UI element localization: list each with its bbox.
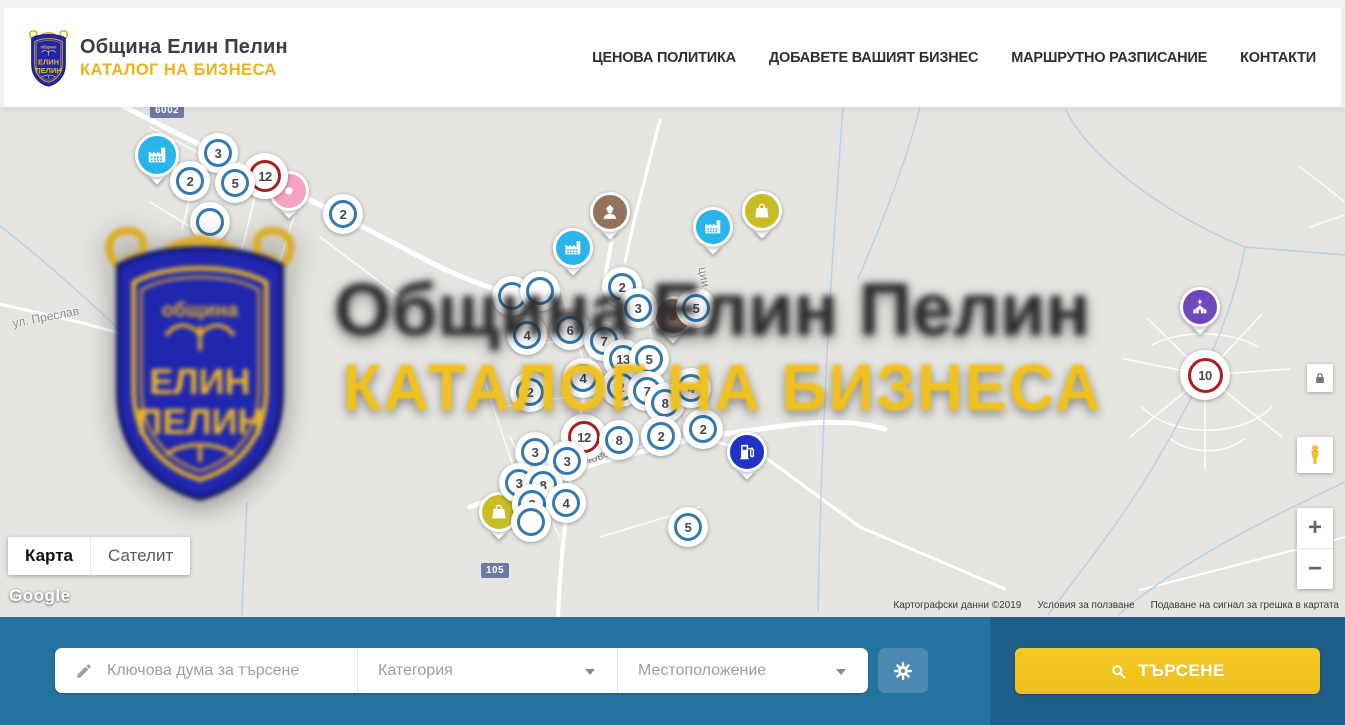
road-badge: 6002 — [150, 107, 184, 118]
cluster-marker[interactable] — [190, 202, 230, 242]
cluster-marker-2[interactable]: 2 — [683, 409, 723, 449]
zoom-control: + − — [1297, 508, 1333, 589]
cluster-marker-5[interactable]: 5 — [215, 163, 255, 203]
lock-icon — [1313, 371, 1327, 385]
cluster-marker-2[interactable]: 2 — [323, 194, 363, 234]
site-logo-link[interactable]: община ЕЛИНПЕЛИН Община Елин Пелин КАТАЛО… — [25, 28, 288, 88]
svg-text:община: община — [41, 44, 58, 49]
nav-item[interactable]: ДОБАВЕТЕ ВАШИЯТ БИЗНЕС — [769, 50, 978, 66]
keyword-search-input[interactable] — [107, 662, 357, 680]
zoom-out-button[interactable]: − — [1297, 549, 1333, 589]
page-top-strip — [0, 0, 1345, 8]
cluster-marker-8[interactable]: 8 — [599, 420, 639, 460]
pegman-icon — [1304, 444, 1326, 466]
advanced-search-settings-button[interactable] — [878, 648, 928, 693]
map-type-control: Карта Сателит — [8, 537, 190, 575]
nav-item[interactable]: МАРШРУТНО РАЗПИСАНИЕ — [1011, 50, 1207, 66]
cluster-marker-2[interactable]: 2 — [170, 161, 210, 201]
svg-text:ПЕЛИН: ПЕЛИН — [35, 65, 61, 74]
cluster-marker-5[interactable]: 5 — [676, 288, 716, 328]
cluster-marker-4[interactable]: 4 — [563, 358, 603, 398]
nav-item[interactable]: ЦЕНОВА ПОЛИТИКА — [592, 50, 736, 66]
category-pin-factory[interactable] — [693, 207, 733, 247]
category-pin-factory[interactable] — [553, 228, 593, 268]
cluster-marker-4[interactable]: 4 — [671, 368, 711, 408]
search-bar: Категория Местоположение — [0, 617, 1345, 725]
location-dropdown-value: Местоположение — [638, 662, 766, 680]
cluster-marker-3[interactable]: 3 — [618, 288, 658, 328]
lock-control-button[interactable] — [1307, 364, 1333, 392]
cluster-marker-2[interactable]: 2 — [510, 372, 550, 412]
municipality-crest-icon: община ЕЛИНПЕЛИН — [25, 28, 72, 88]
cluster-marker[interactable] — [520, 271, 560, 311]
terms-of-use-link[interactable]: Условия за ползване — [1037, 600, 1134, 611]
category-dropdown[interactable]: Категория — [358, 648, 618, 693]
pegman-streetview-button[interactable] — [1297, 437, 1333, 473]
category-pin-church[interactable] — [1180, 287, 1220, 327]
search-button[interactable]: ТЪРСЕНЕ — [1015, 648, 1320, 694]
chevron-down-icon — [836, 669, 846, 675]
main-nav: ЦЕНОВА ПОЛИТИКА ДОБАВЕТЕ ВАШИЯТ БИЗНЕС МАР… — [592, 50, 1316, 66]
map-canvas[interactable]: ул. Преславбул. „Новоселции 6002105 3212… — [0, 107, 1345, 617]
map-type-satellite-button[interactable]: Сателит — [90, 537, 190, 575]
cluster-marker-10[interactable]: 10 — [1180, 350, 1230, 400]
chevron-down-icon — [585, 669, 595, 675]
map-attribution: Картографски данни ©2019 Условия за полз… — [893, 600, 1339, 611]
cluster-marker[interactable] — [511, 502, 551, 542]
location-dropdown[interactable]: Местоположение — [618, 648, 868, 693]
category-pin-fuel[interactable] — [727, 432, 767, 472]
road-badge: 105 — [481, 563, 509, 578]
search-icon — [1110, 663, 1127, 680]
cluster-marker-4[interactable]: 4 — [507, 315, 547, 355]
zoom-in-button[interactable]: + — [1297, 508, 1333, 549]
nav-item[interactable]: КОНТАКТИ — [1240, 50, 1316, 66]
svg-text:ЕЛИН: ЕЛИН — [38, 57, 59, 66]
attribution-copyright: Картографски данни ©2019 — [893, 600, 1021, 611]
pencil-icon — [75, 662, 93, 680]
keyword-field-section — [55, 648, 358, 693]
page: община ЕЛИНПЕЛИН Община Елин Пелин КАТАЛО… — [0, 0, 1345, 725]
search-button-label: ТЪРСЕНЕ — [1138, 661, 1225, 681]
report-map-error-link[interactable]: Подаване на сигнал за грешка в картата — [1151, 600, 1339, 611]
category-pin-bag[interactable] — [742, 191, 782, 231]
site-header: община ЕЛИНПЕЛИН Община Елин Пелин КАТАЛО… — [0, 8, 1345, 107]
site-title: Община Елин Пелин — [80, 36, 288, 59]
category-dropdown-value: Категория — [378, 662, 453, 680]
search-fields-group: Категория Местоположение — [55, 648, 868, 693]
map-type-map-button[interactable]: Карта — [8, 537, 90, 575]
cluster-marker-2[interactable]: 2 — [641, 416, 681, 456]
site-subtitle: КАТАЛОГ НА БИЗНЕСА — [80, 61, 288, 80]
cluster-marker-4[interactable]: 4 — [546, 483, 586, 523]
brand-text: Община Елин Пелин КАТАЛОГ НА БИЗНЕСА — [80, 36, 288, 80]
google-logo[interactable]: Google — [9, 586, 71, 606]
cluster-marker-5[interactable]: 5 — [668, 507, 708, 547]
category-pin-worker[interactable] — [590, 192, 630, 232]
gear-icon — [892, 660, 914, 682]
